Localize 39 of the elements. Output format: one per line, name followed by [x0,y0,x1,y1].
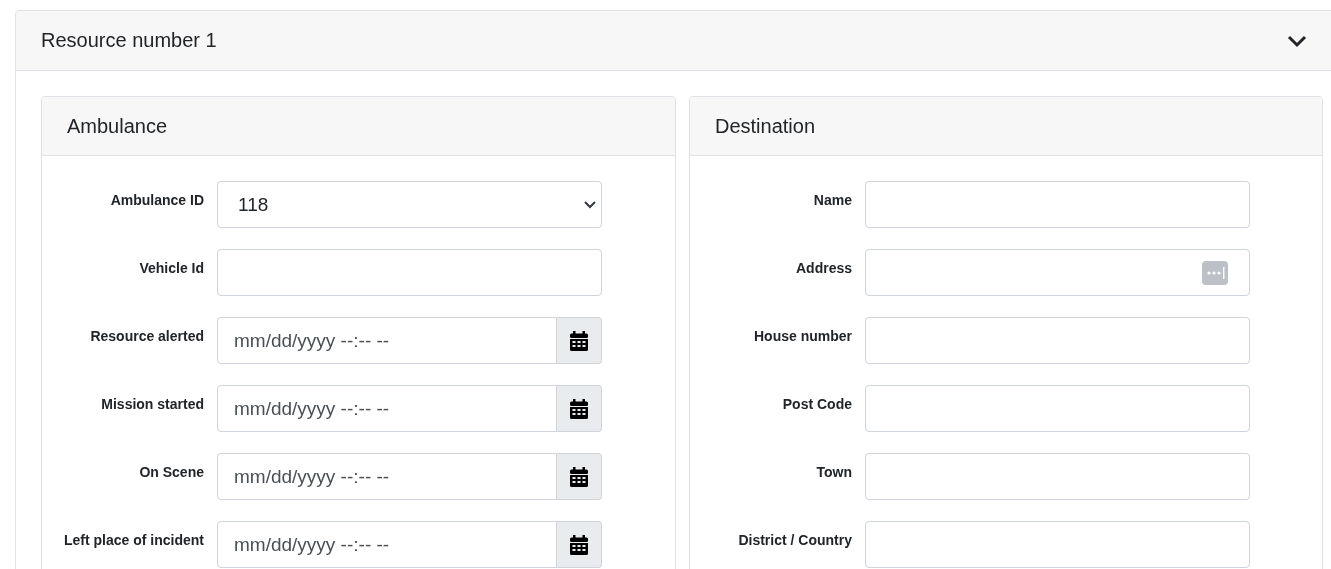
field-label: Name [812,191,852,208]
field-label: Mission started [100,395,204,412]
calendar-button[interactable] [557,317,602,364]
datetime-input[interactable]: mm/dd/yyyy --:-- -- [217,317,557,364]
field-label: District / Country [737,531,852,548]
input-field[interactable] [865,317,1250,364]
section-title: Ambulance [67,114,168,138]
calendar-icon [570,330,588,351]
input-field[interactable] [865,385,1250,432]
datetime-input[interactable]: mm/dd/yyyy --:-- -- [217,453,557,500]
chevron-down-icon [584,200,596,209]
input-field[interactable] [865,521,1250,568]
panel-title: Resource number 1 [41,29,217,52]
calendar-button[interactable] [557,385,602,432]
calendar-icon [570,398,588,419]
field-label: Address [794,259,852,276]
datetime-input[interactable]: mm/dd/yyyy --:-- -- [217,521,557,568]
field-label: Post Code [781,395,852,412]
calendar-button[interactable] [557,521,602,568]
section-title: Destination [715,114,816,138]
field-label: On Scene [138,463,204,480]
input-field[interactable] [865,249,1250,296]
calendar-icon [570,466,588,487]
input-field[interactable] [865,453,1250,500]
ambulance-select[interactable]: 118 [217,181,602,228]
input-field[interactable] [217,249,602,296]
calendar-button[interactable] [557,453,602,500]
field-label: House number [753,327,852,344]
datetime-input[interactable]: mm/dd/yyyy --:-- -- [217,385,557,432]
autofill-icon[interactable] [1202,260,1228,285]
field-label: Town [815,463,852,480]
field-label: Resource alerted [89,327,204,344]
calendar-icon [570,534,588,555]
field-label: Vehicle Id [138,259,204,276]
chevron-down-icon[interactable] [1287,33,1307,48]
panel-header[interactable]: Resource number 1 [16,11,1331,71]
field-label: Ambulance ID [109,191,204,208]
input-field[interactable] [865,181,1250,228]
field-label: Left place of incident [63,531,204,548]
